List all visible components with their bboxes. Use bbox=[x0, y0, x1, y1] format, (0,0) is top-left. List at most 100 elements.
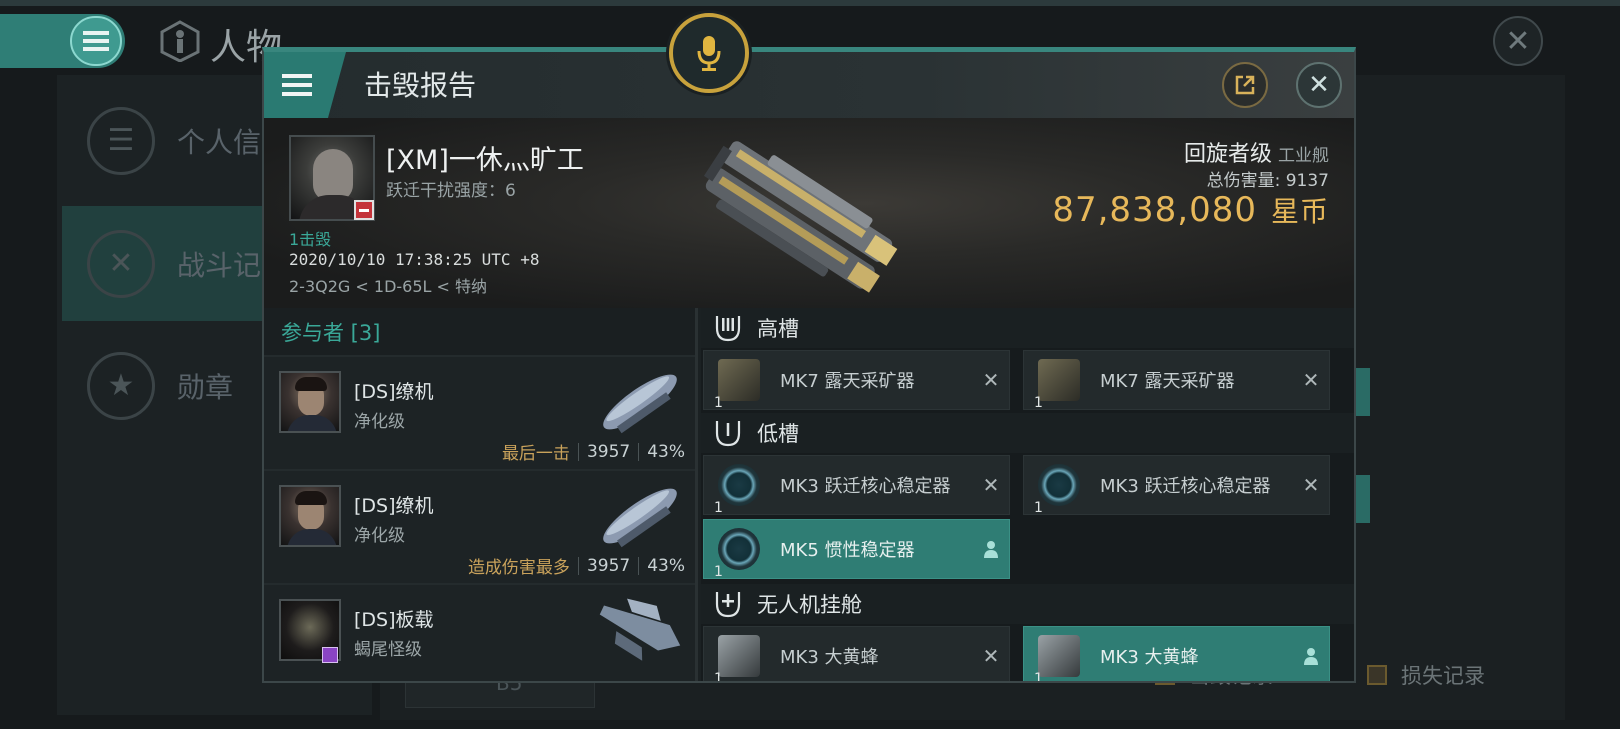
share-button[interactable] bbox=[1222, 62, 1268, 108]
low-slot-label: 低槽 bbox=[757, 422, 799, 446]
module-slot[interactable]: 1 MK3 跃迁核心稳定器 ✕ bbox=[703, 455, 1010, 516]
module-quantity: 1 bbox=[1034, 395, 1043, 411]
destroyed-icon: ✕ bbox=[1302, 473, 1320, 497]
menu-icon bbox=[83, 31, 109, 51]
top-bar bbox=[0, 0, 1620, 6]
ship-value: 87,838,080 星币 bbox=[1052, 190, 1329, 230]
fitting-panel: 高槽 1 MK7 露天采矿器 ✕ 1 MK7 露天采矿器 ✕ 低槽 1 MK3 … bbox=[701, 308, 1354, 681]
module-name: MK7 露天采矿器 bbox=[1100, 371, 1235, 392]
module-name: MK3 跃迁核心稳定器 bbox=[780, 476, 951, 497]
drone-icon: 1 bbox=[1034, 635, 1080, 681]
kill-location[interactable]: 2-3Q2G < 1D-65L < 特纳 bbox=[289, 273, 487, 297]
microphone-icon bbox=[697, 36, 721, 71]
module-slot[interactable]: 1 MK3 大黄蜂 ✕ bbox=[703, 626, 1010, 681]
losses-record-tab[interactable]: 损失记录 bbox=[1367, 660, 1485, 690]
strip-miner-icon: 1 bbox=[714, 359, 760, 411]
high-slot-header: 高槽 bbox=[701, 308, 1354, 348]
warp-core-stabilizer-icon: 1 bbox=[1034, 464, 1080, 516]
participant-ship: 净化级 bbox=[354, 412, 405, 432]
dialog-menu-button[interactable] bbox=[264, 52, 346, 118]
close-icon: ✕ bbox=[1308, 70, 1330, 100]
destroyed-icon: ✕ bbox=[982, 368, 1000, 392]
menu-icon bbox=[282, 74, 312, 96]
drone-bay-icon bbox=[713, 589, 743, 619]
voice-chat-button[interactable] bbox=[669, 13, 749, 93]
low-slot-header: 低槽 bbox=[701, 413, 1354, 453]
sidebar-item-label: 勋章 bbox=[177, 370, 234, 404]
participant-name: [DS]缭机 bbox=[354, 495, 434, 517]
destroyed-icon: ✕ bbox=[982, 473, 1000, 497]
dialog-header: 击毁报告 ✕ bbox=[264, 52, 1354, 118]
drone-bay-label: 无人机挂舱 bbox=[757, 593, 862, 617]
participant-avatar bbox=[279, 485, 341, 547]
currency-label: 星币 bbox=[1270, 195, 1329, 228]
destroyed-icon: ✕ bbox=[982, 644, 1000, 668]
module-quantity: 1 bbox=[714, 671, 723, 683]
share-icon bbox=[1235, 75, 1255, 95]
ship-class[interactable]: 回旋者级 工业舰 bbox=[1184, 136, 1329, 168]
losses-record-label: 损失记录 bbox=[1401, 664, 1485, 688]
character-icon bbox=[160, 20, 200, 62]
strip-miner-icon: 1 bbox=[1034, 359, 1080, 411]
high-slot-label: 高槽 bbox=[757, 317, 799, 341]
crossed-swords-icon: ✕ bbox=[87, 229, 155, 298]
module-quantity: 1 bbox=[714, 564, 723, 580]
destroyed-icon: ✕ bbox=[1302, 368, 1320, 392]
kill-count: 1击毁 bbox=[289, 230, 332, 249]
participant-stats: 最后一击 3957 43% bbox=[501, 439, 685, 465]
drone-bay-header: 无人机挂舱 bbox=[701, 584, 1354, 624]
module-name: MK5 惯性稳定器 bbox=[780, 540, 915, 561]
participant-damage: 3957 bbox=[586, 555, 631, 576]
participant-avatar bbox=[279, 371, 341, 433]
background-close-button[interactable]: ✕ bbox=[1493, 16, 1543, 66]
warp-core-stabilizer-icon: 1 bbox=[714, 464, 760, 516]
module-name: MK3 大黄蜂 bbox=[1100, 647, 1199, 668]
participant-damage: 3957 bbox=[586, 441, 631, 462]
participant-ship-image bbox=[599, 598, 681, 661]
module-slot[interactable]: 1 MK7 露天采矿器 ✕ bbox=[1023, 350, 1330, 411]
participant-stats: 造成伤害最多 3957 43% bbox=[467, 553, 685, 579]
participant-ship: 蝎尾怪级 bbox=[354, 640, 422, 660]
module-name: MK3 大黄蜂 bbox=[780, 647, 879, 668]
drone-icon: 1 bbox=[714, 635, 760, 681]
avatar-face bbox=[313, 149, 353, 201]
participant-name: [DS]缭机 bbox=[354, 381, 434, 403]
participant-name: [DS]板载 bbox=[354, 609, 434, 631]
final-blow-tag: 最后一击 bbox=[501, 444, 570, 464]
ship-type: 工业舰 bbox=[1278, 146, 1329, 166]
high-slot-icon bbox=[713, 313, 743, 343]
dialog-close-button[interactable]: ✕ bbox=[1296, 62, 1342, 108]
module-slot[interactable]: 1 MK3 大黄蜂 bbox=[1023, 626, 1330, 681]
dialog-title: 击毁报告 bbox=[364, 69, 477, 102]
kill-report-dialog: 击毁报告 ✕ [XM]一休灬旷工 跃迁干扰强度：6 1击毁 2020/10/10… bbox=[262, 47, 1356, 683]
module-name: MK7 露天采矿器 bbox=[780, 371, 915, 392]
participant-percent: 43% bbox=[647, 441, 685, 462]
participant-row[interactable]: [DS]缭机 净化级 造成伤害最多 3957 43% bbox=[264, 469, 695, 583]
participant-percent: 43% bbox=[647, 555, 685, 576]
list-icon: ☰ bbox=[87, 106, 155, 175]
module-quantity: 1 bbox=[714, 395, 723, 411]
star-medal-icon: ★ bbox=[87, 351, 155, 420]
victim-name[interactable]: [XM]一休灬旷工 bbox=[386, 138, 584, 177]
background-menu-button[interactable] bbox=[70, 16, 122, 66]
module-quantity: 1 bbox=[1034, 671, 1043, 683]
warp-disrupt-strength: 跃迁干扰强度：6 bbox=[386, 181, 516, 201]
module-slot[interactable]: 1 MK7 露天采矿器 ✕ bbox=[703, 350, 1010, 411]
participants-header: 参与者 [3] bbox=[281, 320, 381, 345]
participant-ship-image bbox=[603, 374, 677, 434]
sidebar-item-label: 个人信 bbox=[177, 125, 262, 159]
ship-value-amount: 87,838,080 bbox=[1052, 190, 1257, 230]
participant-ship-image bbox=[603, 488, 677, 548]
participants-panel: 参与者 [3] [DS]缭机 净化级 最后一击 3957 43% [DS]缭机 … bbox=[264, 308, 698, 681]
participant-row[interactable]: [DS]板载 蝎尾怪级 bbox=[264, 583, 695, 681]
close-icon: ✕ bbox=[1505, 23, 1531, 59]
participant-row[interactable]: [DS]缭机 净化级 最后一击 3957 43% bbox=[264, 355, 695, 469]
low-slot-icon bbox=[713, 418, 743, 448]
module-quantity: 1 bbox=[1034, 500, 1043, 516]
role-badge bbox=[322, 647, 338, 663]
top-damage-tag: 造成伤害最多 bbox=[467, 558, 570, 578]
module-slot[interactable]: 1 MK5 惯性稳定器 bbox=[703, 519, 1010, 580]
ship-class-name: 回旋者级 bbox=[1183, 142, 1272, 167]
ship-image bbox=[703, 141, 898, 293]
module-slot[interactable]: 1 MK3 跃迁核心稳定器 ✕ bbox=[1023, 455, 1330, 516]
